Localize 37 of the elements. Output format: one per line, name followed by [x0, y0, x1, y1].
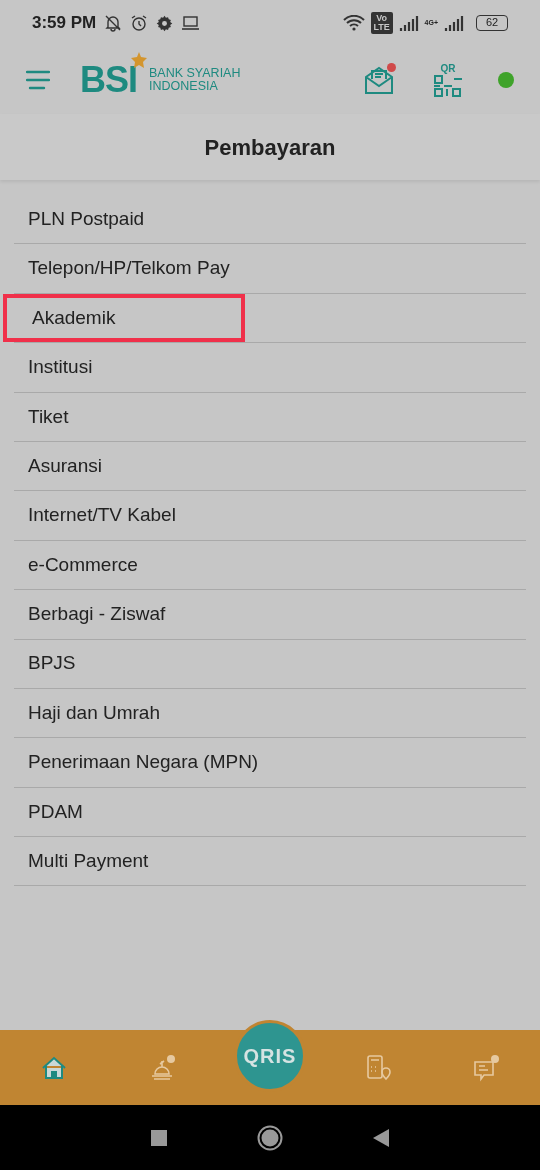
wifi-icon [342, 15, 365, 31]
menu-item[interactable]: Akademik [3, 293, 246, 343]
bell-off-icon [104, 14, 123, 32]
signal-icon [444, 15, 464, 31]
logo-text: INDONESIA [149, 80, 219, 93]
mail-icon[interactable] [364, 65, 394, 95]
menu-item[interactable]: e-Commerce [14, 550, 138, 580]
recents-icon[interactable] [151, 1129, 167, 1146]
qr-icon[interactable] [434, 74, 462, 97]
star-icon [131, 51, 147, 68]
status-time: 3:59 PM [32, 12, 97, 35]
volte-badge: Vo LTE [370, 12, 393, 34]
menu-item[interactable]: Multi Payment [14, 847, 149, 876]
menu-item[interactable]: Tiket [14, 402, 69, 431]
laptop-icon [181, 15, 201, 31]
menu-item[interactable]: Institusi [14, 353, 93, 382]
alarm-icon [130, 14, 149, 32]
menu-icon[interactable] [26, 70, 50, 90]
logo-text: BANK SYARIAH [149, 67, 241, 80]
page-title: Pembayaran [204, 133, 336, 162]
menu-item[interactable]: Berbagi - Ziswaf [14, 600, 166, 629]
menu-item[interactable]: Asuransi [14, 451, 102, 481]
home-button-icon[interactable] [257, 1124, 283, 1151]
help-chat-icon[interactable] [471, 1053, 501, 1082]
menu-item[interactable]: Telepon/HP/Telkom Pay [14, 254, 230, 283]
qr-label: QR [440, 63, 456, 74]
menu-item[interactable]: PDAM [14, 797, 83, 827]
logo-mark: BSI [80, 58, 137, 100]
menu-item[interactable]: BPJS [14, 649, 76, 678]
menu-item[interactable]: Internet/TV Kabel [14, 501, 176, 530]
signal-icon [398, 15, 419, 31]
menu-item[interactable]: PLN Postpaid [14, 204, 145, 234]
menu-item[interactable]: Haji dan Umrah [14, 698, 160, 728]
gear-icon [156, 14, 174, 32]
battery-indicator: 62 [476, 15, 508, 31]
menu-item[interactable]: Penerimaan Negara (MPN) [14, 748, 259, 777]
back-icon[interactable] [373, 1128, 389, 1147]
